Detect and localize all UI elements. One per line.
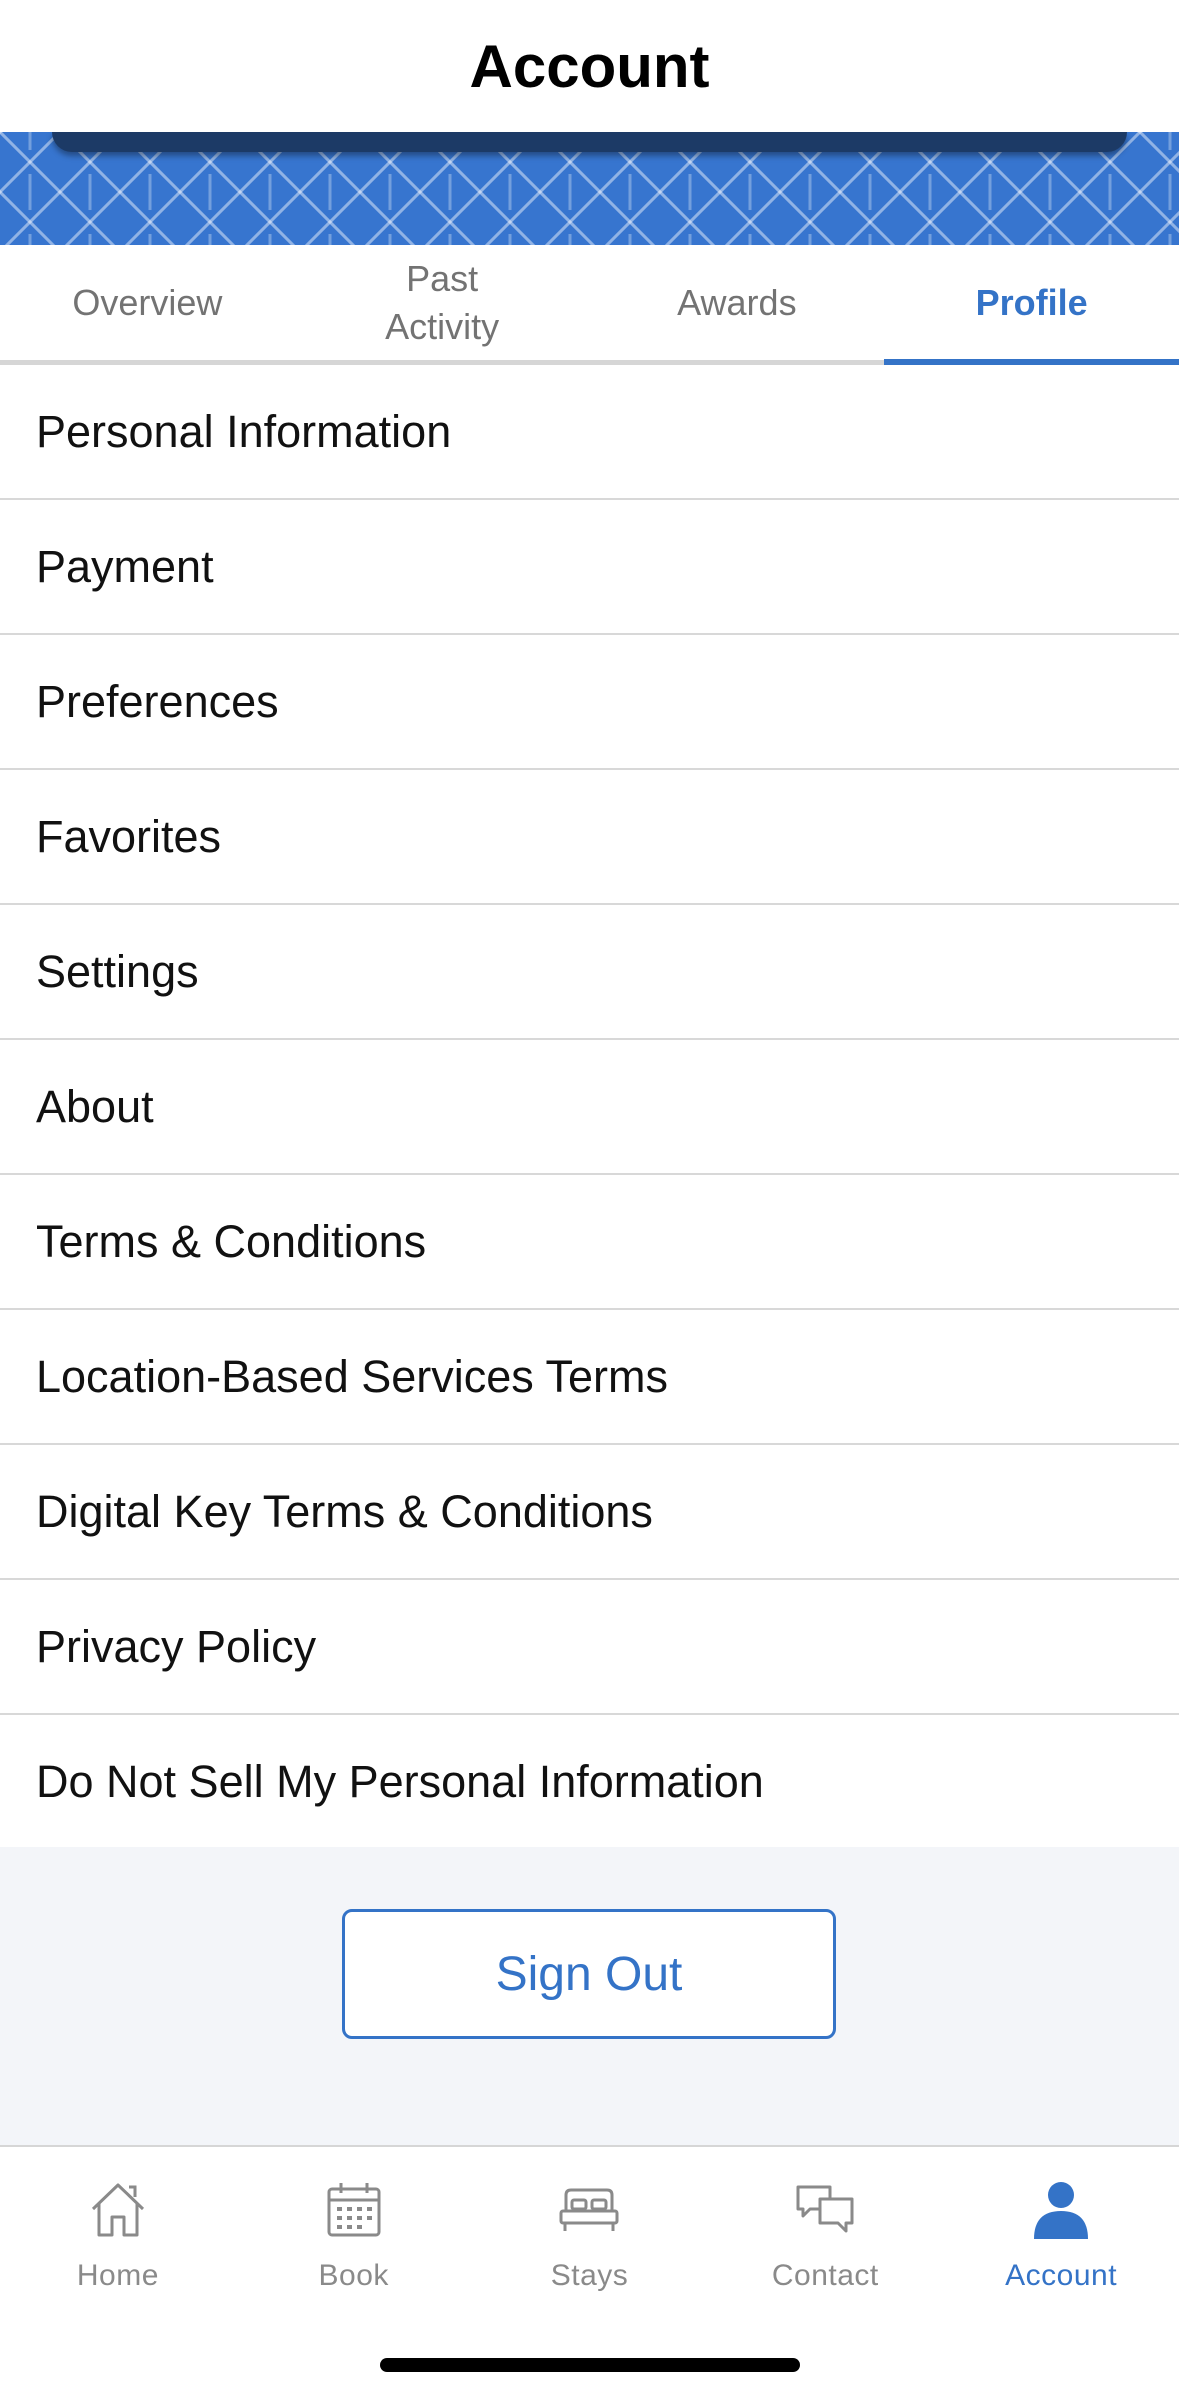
tabbar-item-account[interactable]: Account bbox=[943, 2147, 1179, 2307]
menu-item-favorites[interactable]: Favorites bbox=[0, 770, 1179, 905]
tabbar-label-stays: Stays bbox=[550, 2259, 629, 2292]
tab-awards[interactable]: Awards bbox=[590, 245, 885, 360]
page-title: Account bbox=[469, 32, 710, 100]
account-tabs: Overview Past Activity Awards Profile bbox=[0, 245, 1179, 365]
menu-item-personal-information[interactable]: Personal Information bbox=[0, 365, 1179, 500]
tabbar-item-home[interactable]: Home bbox=[0, 2147, 236, 2307]
bottom-tab-bar: Home Book Stays Contact Account bbox=[0, 2145, 1179, 2396]
tab-overview[interactable]: Overview bbox=[0, 245, 295, 360]
membership-card-edge bbox=[52, 132, 1127, 152]
tabbar-item-book[interactable]: Book bbox=[236, 2147, 472, 2307]
house-icon bbox=[91, 2183, 144, 2237]
menu-item-digital-key-terms[interactable]: Digital Key Terms & Conditions bbox=[0, 1445, 1179, 1580]
menu-item-do-not-sell[interactable]: Do Not Sell My Personal Information bbox=[0, 1715, 1179, 1850]
menu-item-settings[interactable]: Settings bbox=[0, 905, 1179, 1040]
chat-bubbles-icon bbox=[796, 2185, 854, 2233]
tabbar-label-account: Account bbox=[1005, 2259, 1118, 2292]
tabbar-item-stays[interactable]: Stays bbox=[472, 2147, 708, 2307]
tab-profile[interactable]: Profile bbox=[884, 245, 1179, 365]
tabbar-label-book: Book bbox=[318, 2259, 389, 2292]
menu-item-privacy-policy[interactable]: Privacy Policy bbox=[0, 1580, 1179, 1715]
top-nav-bar: Account bbox=[0, 0, 1179, 132]
tabbar-label-home: Home bbox=[76, 2259, 159, 2292]
person-icon bbox=[1034, 2182, 1089, 2239]
menu-item-terms-conditions[interactable]: Terms & Conditions bbox=[0, 1175, 1179, 1310]
calendar-icon bbox=[327, 2183, 381, 2237]
tabbar-label-contact: Contact bbox=[771, 2259, 879, 2292]
member-banner bbox=[0, 132, 1179, 245]
sign-out-section: Sign Out bbox=[0, 1847, 1179, 2145]
home-indicator[interactable] bbox=[380, 2358, 800, 2372]
profile-menu-list: Personal Information Payment Preferences… bbox=[0, 365, 1179, 1850]
menu-item-payment[interactable]: Payment bbox=[0, 500, 1179, 635]
tab-past-activity[interactable]: Past Activity bbox=[295, 245, 590, 360]
menu-item-about[interactable]: About bbox=[0, 1040, 1179, 1175]
bed-icon bbox=[559, 2188, 619, 2231]
menu-item-preferences[interactable]: Preferences bbox=[0, 635, 1179, 770]
menu-item-location-services-terms[interactable]: Location-Based Services Terms bbox=[0, 1310, 1179, 1445]
sign-out-button[interactable]: Sign Out bbox=[342, 1909, 836, 2039]
tabbar-item-contact[interactable]: Contact bbox=[707, 2147, 943, 2307]
